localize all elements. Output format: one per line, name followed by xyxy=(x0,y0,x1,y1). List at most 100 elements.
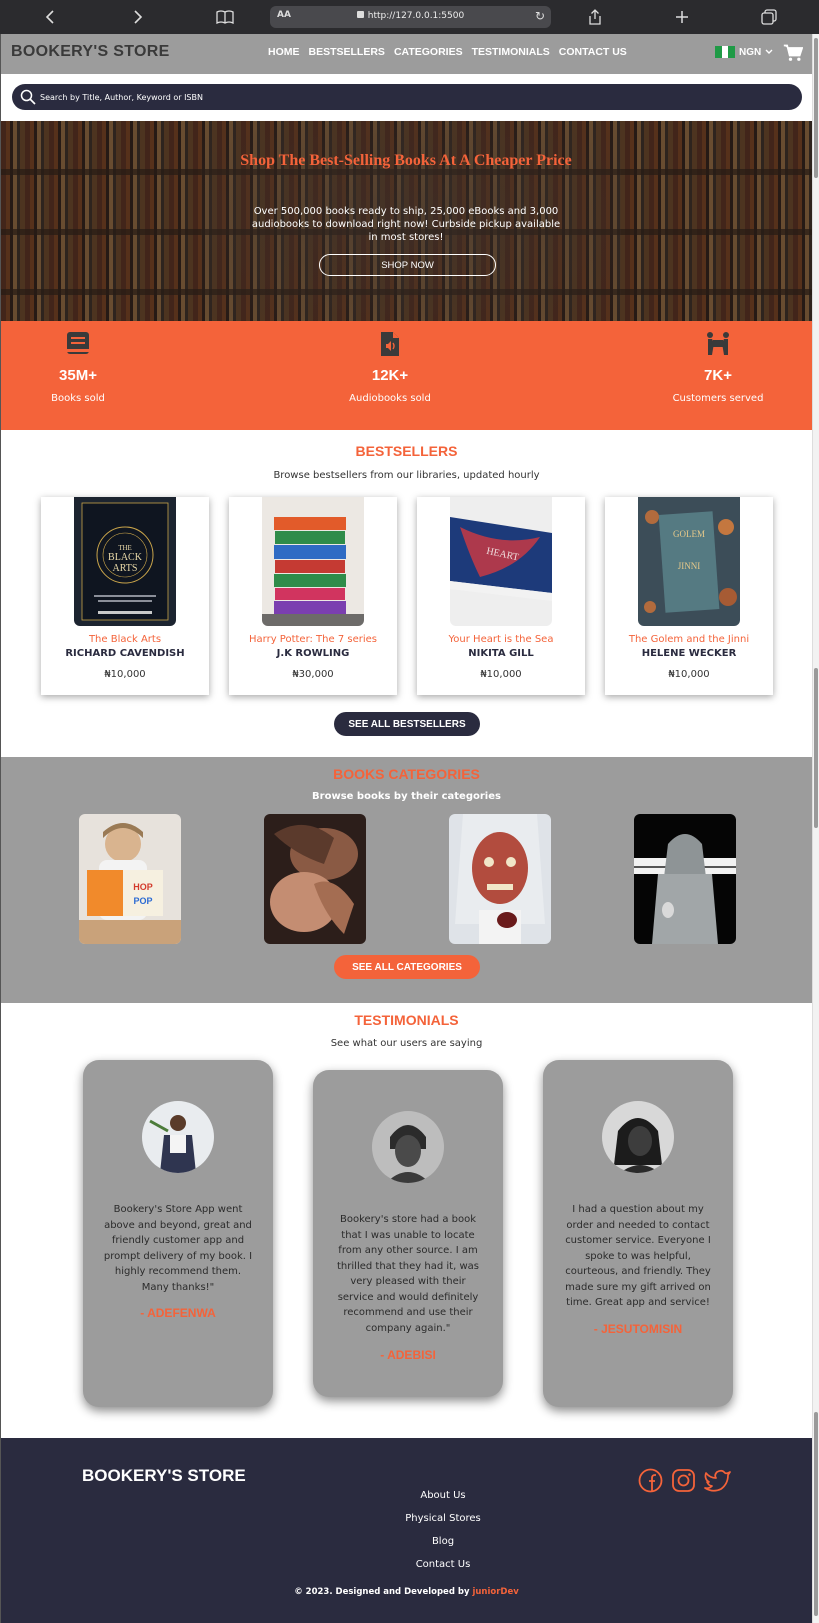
book-card[interactable]: THE BLACK ARTS The Black Arts RICHARD CA… xyxy=(41,497,209,695)
svg-text:THE: THE xyxy=(118,544,132,552)
book-card[interactable]: HEART Your Heart is the Sea NIKITA GILL … xyxy=(417,497,585,695)
footer-link-contact-us[interactable]: Contact Us xyxy=(381,1553,505,1576)
footer-brand[interactable]: BOOKERY'S STORE xyxy=(82,1466,246,1486)
scrollbar-thumb-secondary[interactable] xyxy=(814,668,818,828)
lock-icon xyxy=(356,11,364,18)
footer-link-about-us[interactable]: About Us xyxy=(381,1484,505,1507)
svg-text:POP: POP xyxy=(133,896,152,906)
testimonial-quote: Bookery's Store App went above and beyon… xyxy=(103,1204,253,1293)
share-icon[interactable] xyxy=(583,6,607,28)
book-cover-heart-sea[interactable]: HEART xyxy=(450,497,552,626)
copyright: © 2023. Designed and Developed by junior… xyxy=(1,1587,812,1597)
book-author: J.K ROWLING xyxy=(276,648,350,659)
tabs-icon[interactable] xyxy=(757,6,781,28)
hero-text: Over 500,000 books ready to ship, 25,000… xyxy=(251,206,561,243)
category-card-mystery[interactable] xyxy=(634,814,736,944)
book-price: ₦30,000 xyxy=(292,669,334,680)
book-cover-black-arts[interactable]: THE BLACK ARTS xyxy=(74,497,176,626)
site-footer: BOOKERY'S STORE About Us Physical Stores… xyxy=(1,1438,812,1623)
reload-icon[interactable]: ↻ xyxy=(535,9,545,23)
testimonial-author: - JESUTOMISIN xyxy=(593,1322,683,1336)
testimonial-card: Bookery's store had a book that I was un… xyxy=(313,1070,503,1397)
nav-home[interactable]: HOME xyxy=(268,46,300,58)
people-carry-icon xyxy=(707,332,729,355)
address-bar[interactable]: AA http://127.0.0.1:5500 ↻ xyxy=(270,6,551,28)
category-card-horror[interactable] xyxy=(449,814,551,944)
search-icon[interactable] xyxy=(20,89,36,105)
testimonial-quote: Bookery's store had a book that I was un… xyxy=(337,1214,479,1334)
stat-value: 7K+ xyxy=(704,367,732,384)
see-all-categories-button[interactable]: SEE ALL CATEGORIES xyxy=(334,955,480,979)
browser-toolbar: AA http://127.0.0.1:5500 ↻ xyxy=(0,0,819,34)
avatar xyxy=(602,1101,674,1173)
book-icon xyxy=(67,332,89,354)
nav-categories[interactable]: CATEGORIES xyxy=(394,46,463,58)
svg-text:HOP: HOP xyxy=(133,882,153,892)
book-card[interactable]: GOLEM JINNI The Golem and the Jinni HELE… xyxy=(605,497,773,695)
avatar xyxy=(372,1111,444,1183)
book-cover-harry-potter[interactable] xyxy=(262,497,364,626)
categories-title: BOOKS CATEGORIES xyxy=(333,766,480,782)
twitter-icon[interactable] xyxy=(704,1468,732,1493)
book-title[interactable]: The Golem and the Jinni xyxy=(605,634,773,645)
facebook-icon[interactable] xyxy=(638,1468,663,1493)
shop-now-button[interactable]: SHOP NOW xyxy=(319,254,496,276)
url-text: http://127.0.0.1:5500 xyxy=(367,11,465,21)
hero-title: Shop The Best-Selling Books At A Cheaper… xyxy=(240,152,572,169)
brand-logo[interactable]: BOOKERY'S STORE xyxy=(11,43,170,61)
bestsellers-subtitle: Browse bestsellers from our libraries, u… xyxy=(273,470,540,481)
cart-icon[interactable] xyxy=(783,43,803,63)
audio-file-icon xyxy=(381,332,399,356)
stat-value: 12K+ xyxy=(371,367,409,384)
avatar xyxy=(142,1101,214,1173)
nav-bestsellers[interactable]: BESTSELLERS xyxy=(309,46,385,58)
scrollbar-thumb-lower[interactable] xyxy=(814,1412,818,1616)
categories-section: BOOKS CATEGORIES Browse books by their c… xyxy=(1,757,812,1003)
testimonials-subtitle: See what our users are saying xyxy=(330,1038,483,1049)
book-title[interactable]: The Black Arts xyxy=(41,634,209,645)
testimonials-title: TESTIMONIALS xyxy=(354,1012,459,1028)
scrollbar-thumb[interactable] xyxy=(814,38,818,178)
category-card-children[interactable]: HOP POP xyxy=(79,814,181,944)
book-author: RICHARD CAVENDISH xyxy=(65,648,185,659)
stat-label: Audiobooks sold xyxy=(349,393,431,404)
bestsellers-title: BESTSELLERS xyxy=(355,443,458,459)
site-header: BOOKERY'S STORE HOME BESTSELLERS CATEGOR… xyxy=(1,34,812,74)
nav-contact-us[interactable]: CONTACT US xyxy=(559,46,627,58)
currency-selector[interactable]: NGN xyxy=(715,46,773,58)
see-all-bestsellers-button[interactable]: SEE ALL BESTSELLERS xyxy=(334,712,480,736)
book-author: HELENE WECKER xyxy=(641,648,737,659)
footer-link-blog[interactable]: Blog xyxy=(381,1530,505,1553)
book-title[interactable]: Harry Potter: The 7 series xyxy=(229,634,397,645)
testimonial-author: - ADEFENWA xyxy=(140,1306,216,1320)
instagram-icon[interactable] xyxy=(671,1468,696,1493)
testimonial-card: I had a question about my order and need… xyxy=(543,1060,733,1407)
book-price: ₦10,000 xyxy=(668,669,710,680)
footer-link-physical-stores[interactable]: Physical Stores xyxy=(381,1507,505,1530)
stat-customers-served: 7K+ Customers served xyxy=(618,331,818,404)
back-icon[interactable] xyxy=(38,6,62,28)
main-nav: HOME BESTSELLERS CATEGORIES TESTIMONIALS… xyxy=(268,46,627,58)
category-card-romance[interactable] xyxy=(264,814,366,944)
developer-link[interactable]: juniorDev xyxy=(472,1587,518,1597)
search-bar xyxy=(12,84,802,110)
book-cover-golem-jinni[interactable]: GOLEM JINNI xyxy=(638,497,740,626)
page-scrollbar[interactable] xyxy=(812,34,819,1623)
forward-icon[interactable] xyxy=(126,6,150,28)
book-price: ₦10,000 xyxy=(104,669,146,680)
book-author: NIKITA GILL xyxy=(468,648,534,659)
nav-testimonials[interactable]: TESTIMONIALS xyxy=(472,46,550,58)
svg-text:ARTS: ARTS xyxy=(113,563,138,574)
search-input[interactable] xyxy=(40,88,780,106)
footer-links: About Us Physical Stores Blog Contact Us xyxy=(381,1484,505,1576)
testimonial-card: Bookery's Store App went above and beyon… xyxy=(83,1060,273,1407)
book-card[interactable]: Harry Potter: The 7 series J.K ROWLING ₦… xyxy=(229,497,397,695)
new-tab-icon[interactable] xyxy=(670,6,694,28)
copyright-text: © 2023. Designed and Developed by xyxy=(294,1587,473,1597)
svg-text:GOLEM: GOLEM xyxy=(673,529,705,539)
social-links xyxy=(638,1468,732,1493)
book-title[interactable]: Your Heart is the Sea xyxy=(417,634,585,645)
reader-book-icon[interactable] xyxy=(213,6,237,28)
svg-text:JINNI: JINNI xyxy=(678,561,701,571)
chevron-down-icon xyxy=(765,49,773,54)
